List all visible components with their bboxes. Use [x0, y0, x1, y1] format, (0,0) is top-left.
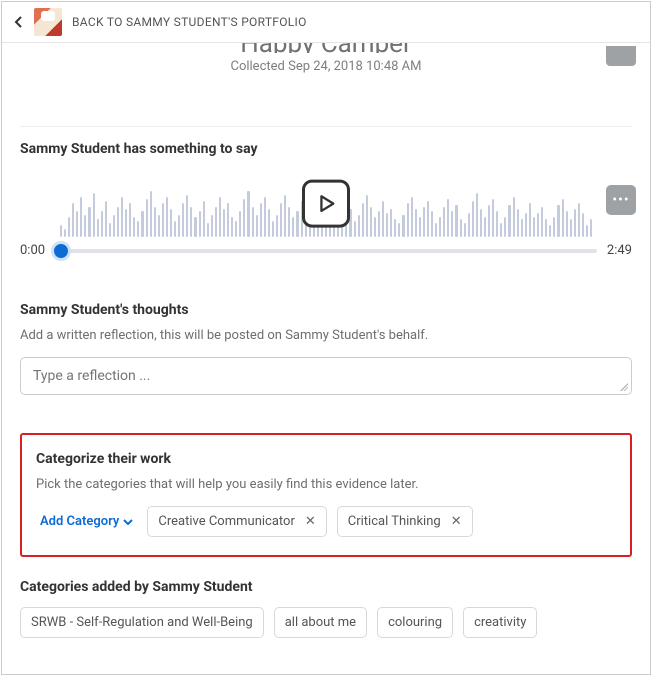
thoughts-hint: Add a written reflection, this will be p…	[20, 328, 632, 343]
categorize-title: Categorize their work	[36, 451, 616, 467]
add-category-label: Add Category	[40, 514, 119, 529]
chip-remove-icon[interactable]: ✕	[305, 514, 316, 529]
audio-seek-track[interactable]	[55, 249, 597, 253]
audio-more-button[interactable]: •••	[606, 185, 636, 215]
add-category-button[interactable]: Add Category	[36, 508, 137, 535]
back-label: BACK TO SAMMY STUDENT'S PORTFOLIO	[72, 15, 307, 29]
chip-label: Critical Thinking	[348, 514, 441, 529]
student-categories-title: Categories added by Sammy Student	[20, 579, 632, 595]
audio-total-time: 2:49	[607, 243, 632, 258]
chip-label: Creative Communicator	[158, 514, 294, 529]
chevron-down-icon	[123, 517, 133, 527]
chip-label: SRWB - Self-Regulation and Well-Being	[31, 615, 253, 630]
avatar	[34, 8, 62, 36]
audio-waveform	[60, 175, 592, 237]
audio-current-time: 0:00	[20, 243, 45, 258]
chip-label: creativity	[474, 615, 526, 630]
student-category-chip: all about me	[274, 607, 367, 638]
chip-label: colouring	[388, 615, 442, 630]
thoughts-title: Sammy Student's thoughts	[20, 302, 632, 318]
category-chip[interactable]: Critical Thinking ✕	[337, 506, 473, 537]
category-chip[interactable]: Creative Communicator ✕	[147, 506, 326, 537]
chip-label: all about me	[285, 615, 356, 630]
chip-remove-icon[interactable]: ✕	[451, 514, 462, 529]
collected-date: Collected Sep 24, 2018 10:48 AM	[20, 59, 632, 74]
student-category-chip: colouring	[377, 607, 453, 638]
divider	[20, 126, 632, 127]
categorize-highlight: Categorize their work Pick the categorie…	[20, 433, 632, 557]
reflection-input[interactable]	[20, 357, 632, 395]
play-button[interactable]	[302, 180, 350, 228]
audio-seek-thumb[interactable]	[51, 241, 71, 261]
audio-section-title: Sammy Student has something to say	[20, 141, 632, 157]
student-category-chip: creativity	[463, 607, 537, 638]
student-category-chip: SRWB - Self-Regulation and Well-Being	[20, 607, 264, 638]
back-button[interactable]	[10, 13, 28, 31]
categorize-hint: Pick the categories that will help you e…	[36, 477, 616, 492]
